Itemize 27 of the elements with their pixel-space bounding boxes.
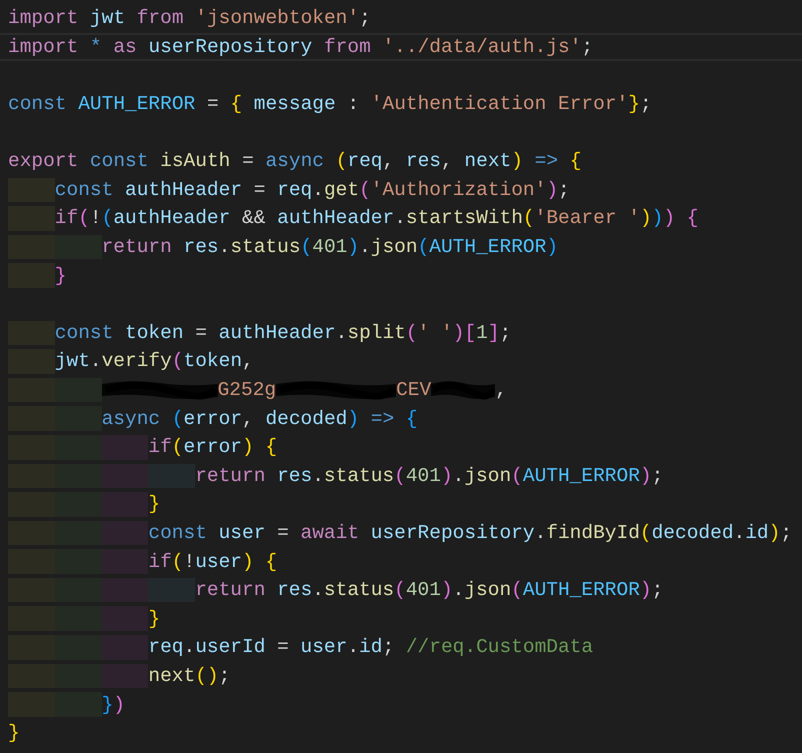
- code-line: return res.status(401).json(AUTH_ERROR): [102, 235, 558, 260]
- code-line: jwt.verify(token,: [54, 349, 254, 374]
- code-line: async (error, decoded) => {: [102, 406, 418, 431]
- code-line: return res.status(401).json(AUTH_ERROR);: [195, 578, 664, 602]
- code-line: if(error) {: [148, 435, 278, 460]
- indent-guide: [54, 378, 102, 402]
- code-line: return res.status(401).json(AUTH_ERROR);: [195, 464, 664, 488]
- code-text: CEV: [396, 378, 432, 402]
- code-line: import * as userRepository from '../data/auth.js';: [8, 34, 594, 59]
- code-text: G252g: [218, 378, 276, 402]
- code-line: }: [148, 492, 160, 516]
- code-line: export const isAuth = async (req, res, next) => {: [8, 149, 582, 174]
- code-line: const token = authHeader.split(' ')[1];: [54, 320, 512, 345]
- code-line: if(!user) {: [148, 550, 278, 574]
- code-line: req.userId = user.id; //req.CustomData: [148, 635, 594, 660]
- code-line: }: [54, 264, 66, 288]
- code-line: }: [148, 606, 160, 631]
- code-line: }): [102, 692, 125, 717]
- code-line: next();: [148, 664, 230, 688]
- code-line: const AUTH_ERROR = { message : 'Authentication Error'};: [8, 92, 652, 116]
- redaction-scribble: [431, 378, 496, 402]
- code-line: if(!(authHeader && authHeader.startsWith('Bearer '))) {: [54, 206, 698, 230]
- code-text: ,: [495, 378, 507, 402]
- code-line: import jwt from 'jsonwebtoken';: [8, 6, 371, 30]
- code-line: const authHeader = req.get('Authorization');: [54, 178, 570, 202]
- code-line: const user = await userRepository.findById(decoded.id);: [148, 520, 792, 545]
- code-line: }: [8, 721, 20, 746]
